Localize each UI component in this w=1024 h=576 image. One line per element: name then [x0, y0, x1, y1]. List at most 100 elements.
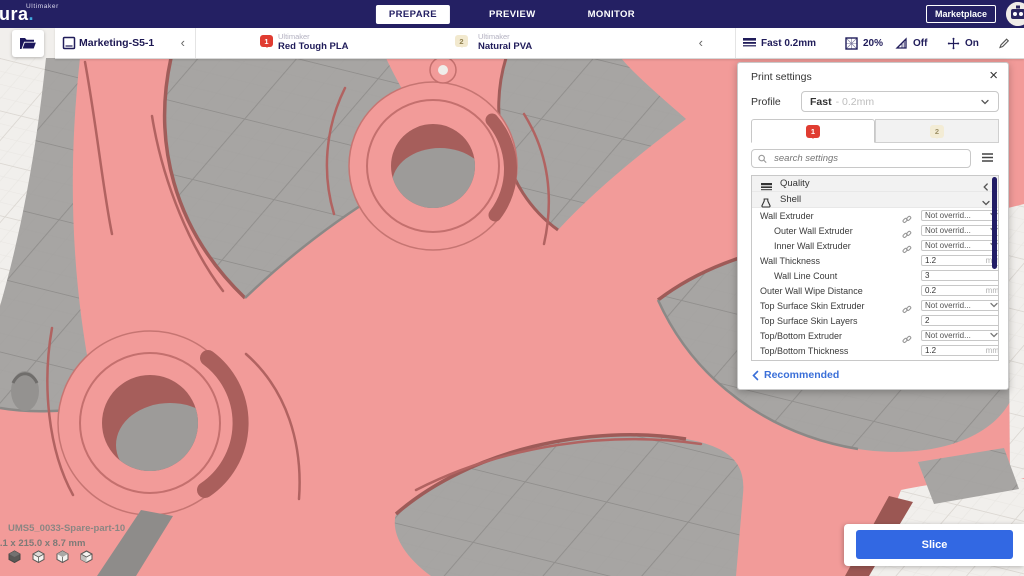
infill-icon: [845, 37, 858, 50]
profile-label: Profile: [751, 96, 781, 108]
view-3d-icon[interactable]: [8, 550, 21, 563]
settings-filter-icon[interactable]: [981, 151, 994, 164]
support-icon: [895, 37, 908, 50]
settings-search-box[interactable]: [751, 149, 971, 168]
model-dimensions-label: 215.1 x 215.0 x 8.7 mm: [0, 538, 85, 549]
setting-row-wall-extruder[interactable]: Wall ExtruderNot overrid...: [752, 208, 998, 223]
top-header-bar: Ultimaker ura. PREPAREPREVIEWMONITOR Mar…: [0, 0, 1024, 28]
close-panel-icon[interactable]: ×: [989, 67, 998, 84]
chevron-left-icon: [751, 370, 760, 381]
extruder-tab-badge: 2: [930, 125, 944, 138]
configuration-toolbar: Marketing-S5-1 ‹ 1 Ultimaker Red Tough P…: [55, 28, 1024, 59]
print-settings-summary[interactable]: Fast 0.2mm 20% Off: [735, 28, 1024, 58]
chevron-left-icon: [981, 182, 991, 192]
extruder-1-config[interactable]: 1 Ultimaker Red Tough PLA: [195, 28, 440, 58]
setting-row-wall-thickness[interactable]: Wall Thickness1.2mm: [752, 253, 998, 268]
stage-tab-preview[interactable]: PREVIEW: [476, 5, 549, 24]
panel-extruder-tabs: 12: [751, 119, 999, 143]
adhesion-icon: [947, 37, 960, 50]
model-boss-lower: [58, 331, 242, 515]
model-small-hole: [11, 371, 39, 411]
setting-value-field[interactable]: 2: [921, 315, 999, 327]
setting-dropdown[interactable]: Not overrid...: [921, 330, 999, 342]
logo-dot: .: [29, 4, 35, 24]
extruder-2-brand: Ultimaker: [478, 32, 532, 41]
cura-app-window: UMS5_0033-Spare-part-10 215.1 x 215.0 x …: [0, 0, 1024, 576]
printer-name: Marketing-S5-1: [79, 37, 154, 49]
setting-row-outer-wall-extruder[interactable]: Outer Wall ExtruderNot overrid...: [752, 223, 998, 238]
extruder-2-material: Natural PVA: [478, 41, 532, 52]
model-boss-upper: [349, 82, 517, 250]
panel-extruder-tab-1[interactable]: 1: [751, 119, 875, 143]
extruder-1-badge: 1: [260, 35, 273, 47]
search-input[interactable]: [772, 152, 964, 165]
recommended-mode-link[interactable]: Recommended: [751, 369, 839, 381]
view-top-icon[interactable]: [56, 550, 69, 563]
chevron-down-icon: [981, 198, 991, 208]
slice-action-card: Slice: [844, 524, 1024, 566]
open-folder-icon: [19, 36, 37, 51]
setting-row-inner-wall-extruder[interactable]: Inner Wall ExtruderNot overrid...: [752, 238, 998, 253]
settings-scrollbar[interactable]: [992, 177, 997, 269]
print-settings-panel: Print settings × Profile Fast - 0.2mm 12…: [737, 62, 1009, 390]
summary-adhesion: On: [965, 38, 979, 49]
search-icon: [758, 154, 767, 164]
chevron-down-icon: [989, 330, 999, 340]
setting-row-top-bottom-thickness[interactable]: Top/Bottom Thickness1.2mm: [752, 343, 998, 358]
profile-layers-icon: [743, 37, 756, 49]
offplate-right-sliver: [1008, 204, 1024, 482]
stage-tab-prepare[interactable]: PREPARE: [376, 5, 450, 24]
edit-settings-pencil-icon[interactable]: [998, 37, 1010, 49]
setting-row-clipped: [752, 358, 998, 361]
robot-avatar-icon: [1006, 2, 1024, 26]
setting-value-field[interactable]: 0.2mm: [921, 285, 999, 297]
slice-button[interactable]: Slice: [856, 530, 1013, 559]
layers-icon: [761, 182, 772, 192]
printer-selector[interactable]: Marketing-S5-1 ‹: [55, 28, 195, 58]
setting-value-field[interactable]: 3: [921, 270, 999, 282]
setting-dropdown[interactable]: Not overrid...: [921, 300, 999, 312]
extruder-2-badge: 2: [455, 35, 468, 47]
profile-dropdown[interactable]: Fast - 0.2mm: [801, 91, 999, 112]
setting-value-field[interactable]: 1.2mm: [921, 255, 999, 267]
marketplace-button[interactable]: Marketplace: [926, 5, 996, 23]
setting-value-field[interactable]: 1.2mm: [921, 345, 999, 357]
profile-suffix: - 0.2mm: [836, 96, 875, 108]
panel-title: Print settings: [751, 71, 812, 83]
view-front-icon[interactable]: [32, 550, 45, 563]
stage-tab-monitor[interactable]: MONITOR: [575, 5, 648, 24]
extruder-1-brand: Ultimaker: [278, 32, 349, 41]
setting-dropdown[interactable]: Not overrid...: [921, 240, 999, 252]
extruder-tab-badge: 1: [806, 125, 820, 138]
setting-row-top-bottom-extruder[interactable]: Top/Bottom ExtruderNot overrid...: [752, 328, 998, 343]
logo-product-text: ura.: [0, 4, 34, 25]
setting-row-wall-line-count[interactable]: Wall Line Count3: [752, 268, 998, 283]
stage-tabs: PREPARE PREVIEW MONITOR: [376, 0, 648, 28]
extruder-1-material: Red Tough PLA: [278, 41, 349, 52]
open-file-button[interactable]: [12, 30, 44, 57]
setting-dropdown[interactable]: Not overrid...: [921, 210, 999, 222]
printer-icon: [62, 36, 76, 50]
setting-dropdown[interactable]: Not overrid...: [921, 225, 999, 237]
chevron-down-icon: [989, 300, 999, 310]
extruder-collapse-chevron[interactable]: ‹: [699, 36, 703, 49]
shell-icon: [761, 198, 771, 208]
setting-row-outer-wall-wipe-distance[interactable]: Outer Wall Wipe Distance0.2mm: [752, 283, 998, 298]
panel-extruder-tab-2[interactable]: 2: [875, 119, 999, 143]
setting-row-top-surface-skin-extruder[interactable]: Top Surface Skin ExtruderNot overrid...: [752, 298, 998, 313]
chevron-down-icon: [980, 97, 990, 107]
setting-row-top-surface-skin-layers[interactable]: Top Surface Skin Layers2: [752, 313, 998, 328]
account-avatar[interactable]: [1006, 2, 1024, 26]
extruder-2-config[interactable]: 2 Ultimaker Natural PVA ‹: [440, 28, 715, 58]
category-shell[interactable]: Shell: [752, 192, 998, 208]
summary-infill: 20%: [863, 38, 883, 49]
summary-profile: Fast 0.2mm: [761, 38, 816, 49]
profile-value: Fast: [810, 96, 832, 108]
model-eyelet: [430, 58, 456, 83]
model-name-label: UMS5_0033-Spare-part-10: [8, 523, 125, 534]
view-orientation-controls: [8, 550, 93, 563]
summary-support: Off: [913, 38, 927, 49]
printer-collapse-chevron[interactable]: ‹: [181, 36, 185, 49]
category-quality[interactable]: Quality: [752, 176, 998, 192]
view-side-icon[interactable]: [80, 550, 93, 563]
